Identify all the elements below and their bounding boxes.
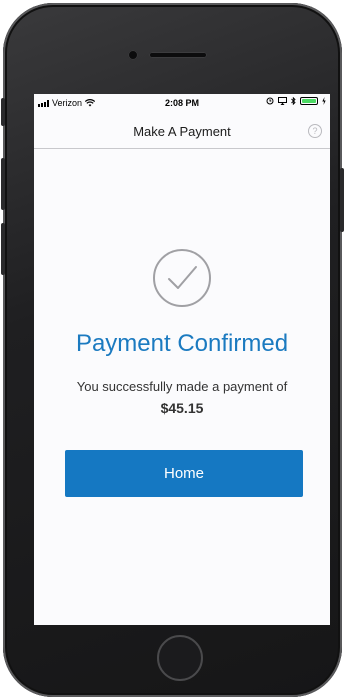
charging-bolt-icon (322, 97, 326, 105)
checkmark-circle-icon (153, 249, 211, 307)
volume-down-button (1, 223, 5, 275)
status-bar: Verizon 2:08 PM (34, 94, 330, 114)
phone-frame: Verizon 2:08 PM Make A Payment ? Payment… (1, 3, 344, 697)
front-camera (128, 50, 138, 60)
screen-mirroring-icon (278, 97, 287, 105)
battery-icon (300, 97, 318, 105)
power-button (340, 168, 344, 232)
bluetooth-icon (291, 97, 296, 105)
help-icon[interactable]: ? (308, 124, 322, 138)
app-screen: Verizon 2:08 PM Make A Payment ? Payment… (34, 94, 330, 625)
navigation-bar: Make A Payment ? (34, 114, 330, 149)
home-button[interactable]: Home (65, 450, 303, 497)
volume-up-button (1, 158, 5, 210)
page-title: Make A Payment (133, 124, 231, 139)
alarm-icon (266, 97, 274, 105)
status-right (266, 97, 326, 105)
confirmation-message: You successfully made a payment of (76, 379, 288, 394)
device-home-button[interactable] (157, 635, 203, 681)
payment-amount: $45.15 (160, 400, 204, 416)
mute-switch (1, 98, 5, 126)
confirmation-title: Payment Confirmed (75, 330, 289, 357)
earpiece-speaker (149, 52, 207, 58)
